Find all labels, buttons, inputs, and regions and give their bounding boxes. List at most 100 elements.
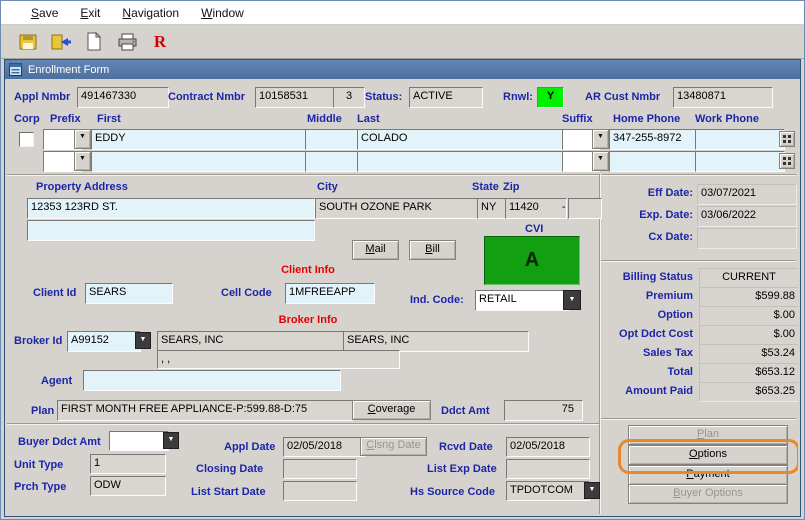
last-label: Last <box>357 113 380 125</box>
broker-id-field[interactable]: A99152 <box>67 331 141 352</box>
suffix-dropdown-button[interactable]: ▼ <box>592 129 609 149</box>
rnwl-field[interactable]: Y <box>537 87 564 108</box>
save-icon[interactable] <box>14 28 42 55</box>
list-exp-date-field[interactable] <box>506 459 590 479</box>
contract-nmbr-label: Contract Nmbr <box>168 91 246 103</box>
premium-value: $599.88 <box>699 287 798 307</box>
opt-ddct-cost-label: Opt Ddct Cost <box>619 328 693 340</box>
panel-divider <box>599 174 600 514</box>
contract-seq-field[interactable]: 3 <box>333 87 365 108</box>
option-label: Option <box>657 309 693 321</box>
property-address-label: Property Address <box>36 181 128 193</box>
first-name-field[interactable]: EDDY <box>91 129 311 150</box>
ind-code-field[interactable]: RETAIL <box>475 290 569 311</box>
broker-name1-field[interactable]: SEARS, INC <box>157 331 348 352</box>
last-name-field-2[interactable] <box>357 151 568 172</box>
first-label: First <box>97 113 121 125</box>
opt-ddct-cost-value: $.00 <box>699 325 798 345</box>
buyer-ddct-dropdown-button[interactable]: ▼ <box>163 432 179 449</box>
middle-name-field-2[interactable] <box>305 151 363 172</box>
work-phone-field[interactable] <box>695 129 785 150</box>
new-document-icon[interactable] <box>80 28 108 55</box>
broker-id-dropdown-button[interactable]: ▼ <box>135 332 151 349</box>
bill-button[interactable]: Bill <box>409 240 456 260</box>
city-field[interactable]: SOUTH OZONE PARK <box>315 198 483 219</box>
coverage-button[interactable]: Coverage <box>352 400 431 420</box>
city-label: City <box>317 181 338 193</box>
buyer-ddct-amt-field[interactable] <box>109 431 169 451</box>
exp-date-field: 03/06/2022 <box>697 206 797 227</box>
client-id-field[interactable]: SEARS <box>85 283 173 304</box>
home-phone-field-2[interactable] <box>609 151 699 172</box>
mail-button[interactable]: Mail <box>352 240 399 260</box>
menu-window[interactable]: Window <box>201 6 244 20</box>
payment-button[interactable]: Payment <box>628 465 788 485</box>
unit-type-field[interactable]: 1 <box>90 454 166 474</box>
corp-checkbox[interactable] <box>19 132 34 147</box>
menu-exit[interactable]: Exit <box>80 6 100 20</box>
rcvd-date-field[interactable]: 02/05/2018 <box>506 437 590 457</box>
hs-source-code-field[interactable]: TPDOTCOM <box>506 481 590 501</box>
state-label: State <box>472 181 499 193</box>
first-name-field-2[interactable] <box>91 151 311 172</box>
appl-nmbr-label: Appl Nmbr <box>14 91 71 103</box>
eff-date-field: 03/07/2021 <box>697 184 797 205</box>
hs-source-dropdown-button[interactable]: ▼ <box>584 482 600 499</box>
zip4-field[interactable] <box>568 198 602 219</box>
ddct-amt-field[interactable]: 75 <box>504 400 583 421</box>
chevron-down-icon: ▼ <box>79 133 86 140</box>
section-divider <box>7 174 796 175</box>
cx-date-field <box>697 228 797 249</box>
menu-navigation[interactable]: Navigation <box>122 6 179 20</box>
contract-nmbr-field[interactable]: 10158531 <box>255 87 339 108</box>
middle-name-field[interactable] <box>305 129 363 150</box>
cell-code-field[interactable]: 1MFREEAPP <box>285 283 375 304</box>
broker-address-field[interactable]: , , <box>157 350 400 369</box>
print-icon-glyph <box>118 33 136 50</box>
address-line1-field[interactable]: 12353 123RD ST. <box>27 198 315 219</box>
exit-icon[interactable] <box>47 28 75 55</box>
list-start-date-label: List Start Date <box>191 486 266 498</box>
appl-nmbr-field[interactable]: 491467330 <box>77 87 169 108</box>
appl-date-label: Appl Date <box>224 441 276 453</box>
broker-name2-field[interactable]: SEARS, INC <box>343 331 529 352</box>
status-field[interactable]: ACTIVE <box>409 87 483 108</box>
status-label: Status: <box>365 91 403 103</box>
window-titlebar[interactable]: Enrollment Form <box>5 60 800 79</box>
options-button[interactable]: Options <box>628 445 788 465</box>
phone-lov-button-2[interactable] <box>779 153 795 169</box>
grid-icon <box>783 135 791 143</box>
sales-tax-label: Sales Tax <box>643 347 693 359</box>
plan-label: Plan <box>31 405 55 417</box>
ind-code-dropdown-button[interactable]: ▼ <box>563 290 581 310</box>
total-value: $653.12 <box>699 363 798 383</box>
prefix-dropdown-button[interactable]: ▼ <box>74 129 91 149</box>
agent-field[interactable] <box>83 370 341 391</box>
amount-paid-label: Amount Paid <box>625 385 693 397</box>
prefix-dropdown-button-2[interactable]: ▼ <box>74 151 91 171</box>
prch-type-field[interactable]: ODW <box>90 476 166 496</box>
rnwl-label: Rnwl: <box>503 91 533 103</box>
cell-code-label: Cell Code <box>221 287 272 299</box>
corp-label: Corp <box>14 113 40 125</box>
address-line2-field[interactable] <box>27 220 315 241</box>
work-phone-field-2[interactable] <box>695 151 785 172</box>
premium-label: Premium <box>645 290 693 302</box>
phone-lov-button[interactable] <box>779 131 795 147</box>
cvi-label: CVI <box>525 223 544 235</box>
list-start-date-field[interactable] <box>283 481 357 501</box>
report-icon[interactable]: R <box>146 28 174 55</box>
buyer-options-button: Buyer Options <box>628 484 788 504</box>
closing-date-field[interactable] <box>283 459 357 479</box>
prefix-label: Prefix <box>50 113 81 125</box>
home-phone-label: Home Phone <box>613 113 681 125</box>
suffix-dropdown-button-2[interactable]: ▼ <box>592 151 609 171</box>
zip-field[interactable]: 11420 <box>505 198 567 219</box>
last-name-field[interactable]: COLADO <box>357 129 568 150</box>
home-phone-field[interactable]: 347-255-8972 <box>609 129 699 150</box>
menu-save[interactable]: Save <box>31 6 58 20</box>
plan-field[interactable]: FIRST MONTH FREE APPLIANCE-P:599.88-D:75 <box>57 400 353 421</box>
print-icon[interactable] <box>113 28 141 55</box>
ar-cust-nmbr-field[interactable]: 13480871 <box>673 87 773 108</box>
appl-date-field[interactable]: 02/05/2018 <box>283 437 365 457</box>
